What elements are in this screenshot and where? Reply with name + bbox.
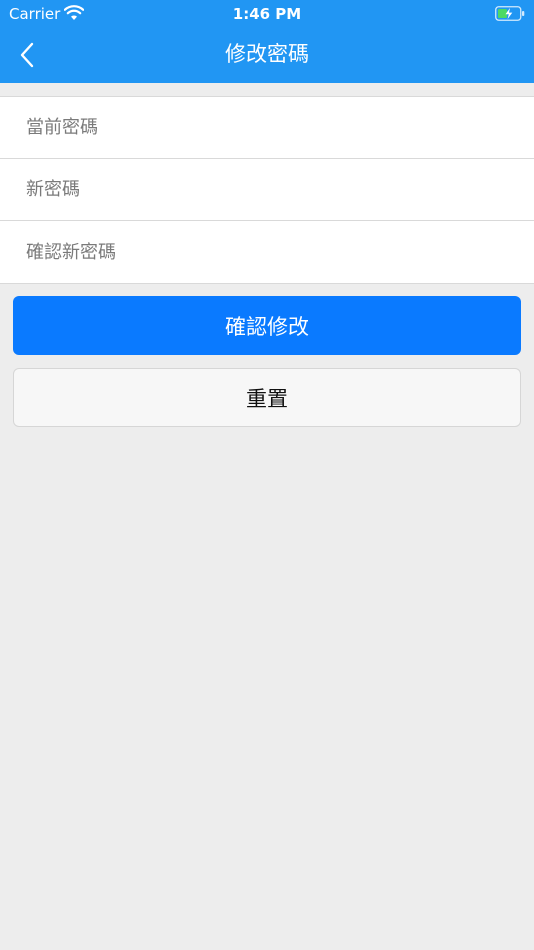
reset-button[interactable]: 重置 xyxy=(13,368,521,427)
reset-label: 重置 xyxy=(246,386,288,411)
new-password-row xyxy=(0,159,534,221)
current-password-input[interactable] xyxy=(0,97,534,158)
app-header: Carrier 1:46 PM 修改密碼 xyxy=(0,0,534,83)
status-bar: Carrier 1:46 PM xyxy=(0,0,534,28)
new-password-input[interactable] xyxy=(0,159,534,220)
battery-charging-icon xyxy=(495,6,525,21)
password-form xyxy=(0,96,534,284)
confirm-password-input[interactable] xyxy=(0,221,534,283)
confirm-change-button[interactable]: 確認修改 xyxy=(13,296,521,355)
confirm-password-row xyxy=(0,221,534,283)
confirm-change-label: 確認修改 xyxy=(225,314,309,339)
status-time: 1:46 PM xyxy=(232,5,302,23)
current-password-row xyxy=(0,97,534,159)
page-title: 修改密碼 xyxy=(225,42,309,66)
